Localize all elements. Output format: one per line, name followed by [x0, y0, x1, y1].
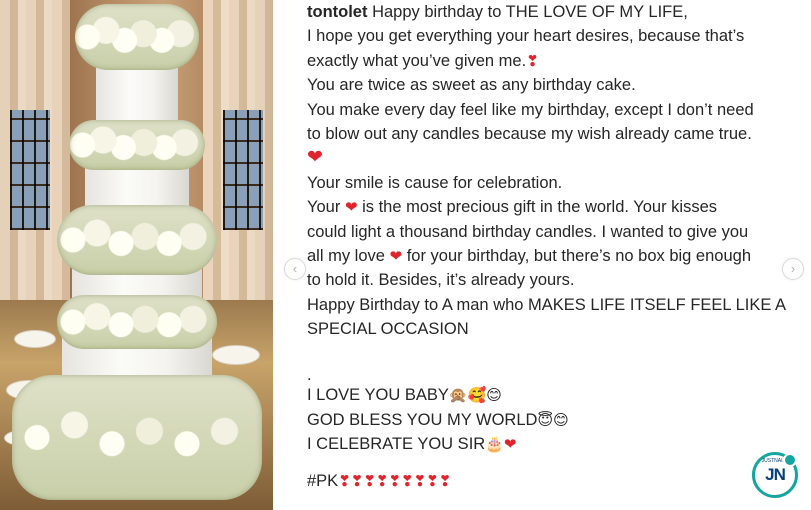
caption-line: I LOVE YOU BABY🙊🥰😊	[307, 383, 811, 407]
plate	[14, 330, 56, 348]
caption-text: is the most precious gift in the world. …	[357, 198, 718, 217]
caption-line: Your smile is cause for celebration.	[307, 171, 811, 195]
badge-dot-icon	[783, 453, 797, 467]
heart-emoji: ❤	[344, 199, 358, 217]
caption-text: Your smile is cause for celebration.	[307, 173, 563, 192]
caption-text: Happy Birthday to A man who MAKES LIFE I…	[307, 295, 787, 314]
caption-line: SPECIAL OCCASION	[307, 317, 811, 341]
caption-line: all my love ❤ for your birthday, but the…	[307, 244, 811, 268]
caption-text: all my love	[307, 246, 385, 265]
caption-text: SPECIAL OCCASION	[307, 320, 469, 339]
caption-text: Your	[307, 198, 341, 217]
carousel-prev-button[interactable]: ‹	[284, 258, 306, 280]
caption-line: ❤	[307, 146, 811, 170]
jn-logo-badge: JUSTNAIJA JN	[752, 452, 798, 498]
hearts-emoji-row: ❣❣❣❣❣❣❣❣❣	[338, 472, 452, 490]
hashtag-link[interactable]: #PK	[307, 472, 338, 490]
caption-line: exactly what you’ve given me.❣	[307, 49, 811, 73]
flower-base	[11, 375, 262, 500]
caption-text: for your birthday, but there’s no box bi…	[402, 246, 751, 265]
caption-text: I hope you get everything your heart des…	[307, 27, 745, 46]
flower-ring-4	[56, 295, 217, 349]
caption-text: I CELEBRATE YOU SIR	[307, 435, 486, 454]
flower-ring-3	[56, 205, 217, 275]
cake-emoji: 🎂	[485, 436, 504, 454]
window-left	[10, 110, 50, 230]
caption-text: GOD BLESS YOU MY WORLD	[307, 410, 538, 429]
caption-line: .	[307, 366, 811, 385]
username-link[interactable]: tontolet	[307, 3, 367, 21]
caption-line: Your ❤ is the most precious gift in the …	[307, 195, 811, 219]
caption-line: tontolet Happy birthday to THE LOVE OF M…	[307, 0, 811, 24]
caption-text: You are twice as sweet as any birthday c…	[307, 76, 636, 95]
angel-smile-emojis: 😇😊	[537, 411, 569, 429]
caption-line: #PK❣❣❣❣❣❣❣❣❣	[307, 469, 811, 493]
flower-ring-top	[74, 4, 199, 70]
heart-emoji: ❤	[307, 147, 323, 169]
heart-exclamation-emoji: ❣	[526, 52, 539, 70]
caption-text: I LOVE YOU BABY	[307, 386, 449, 405]
flower-ring-2	[68, 120, 205, 170]
caption-line: GOD BLESS YOU MY WORLD😇😊	[307, 408, 811, 432]
caption-text: Happy birthday to THE LOVE OF MY LIFE,	[367, 3, 688, 21]
caption-text: .	[307, 366, 312, 385]
caption-text: You make every day feel like my birthday…	[307, 100, 754, 119]
caption-line: Happy Birthday to A man who MAKES LIFE I…	[307, 293, 811, 317]
badge-text: JN	[765, 465, 786, 484]
caption-text: exactly what you’ve given me.	[307, 51, 527, 70]
window-right	[223, 110, 263, 230]
caption-text: to hold it. Besides, it’s already yours.	[307, 271, 575, 290]
monkey-smile-emojis: 🙊🥰😊	[448, 387, 502, 405]
caption-line: You make every day feel like my birthday…	[307, 98, 811, 122]
heart-emoji: ❤	[503, 436, 517, 454]
caption-line: I CELEBRATE YOU SIR🎂❤	[307, 432, 811, 456]
caption-text: could light a thousand birthday candles.…	[307, 222, 749, 241]
heart-emoji: ❤	[389, 247, 403, 265]
caption-line: could light a thousand birthday candles.…	[307, 220, 811, 244]
caption-line: I hope you get everything your heart des…	[307, 24, 811, 48]
post-caption: tontolet Happy birthday to THE LOVE OF M…	[307, 0, 811, 493]
caption-text: to blow out any candles because my wish …	[307, 124, 752, 143]
caption-line: to hold it. Besides, it’s already yours.	[307, 268, 811, 292]
plate	[212, 345, 260, 365]
caption-line: to blow out any candles because my wish …	[307, 122, 811, 146]
caption-line: You are twice as sweet as any birthday c…	[307, 73, 811, 97]
post-photo-cake[interactable]	[0, 0, 273, 510]
